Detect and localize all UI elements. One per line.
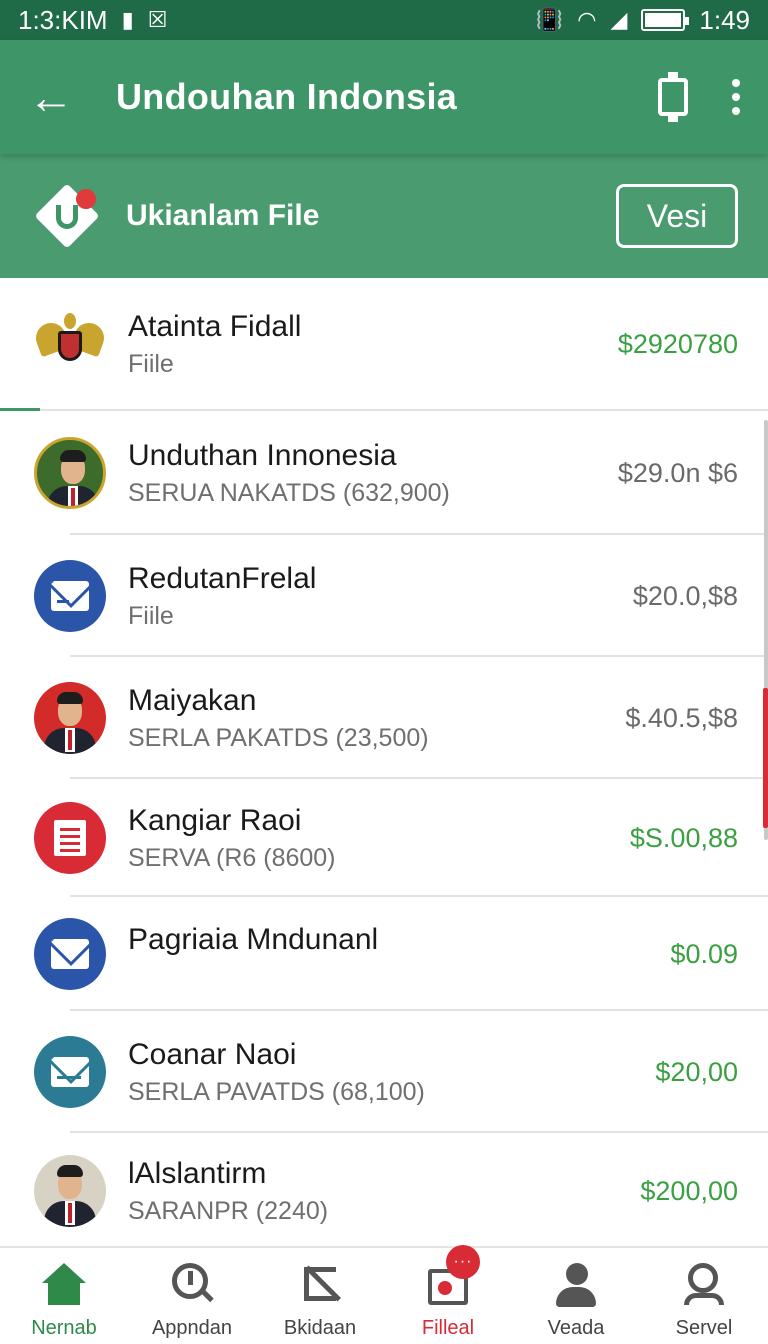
item-title: Pagriaia Mndunanl xyxy=(128,923,379,956)
item-amount: $20.0,$8 xyxy=(632,580,738,611)
notification-icon: ▮ xyxy=(121,7,134,32)
item-title: lAlslantirm xyxy=(128,1156,267,1190)
item-title: Unduthan Innonesia xyxy=(128,438,397,472)
item-amount: $0.09 xyxy=(670,938,738,969)
item-subtitle: SERUA NAKATDS (632,900) xyxy=(128,478,450,507)
app-bar: ← Undouhan Indonsia xyxy=(0,40,768,154)
list-item[interactable]: Unduthan Innonesia SERUA NAKATDS (632,90… xyxy=(0,411,768,535)
item-subtitle: Fiile xyxy=(128,601,174,630)
list-item[interactable]: Atainta Fidall Fiile $2920780 xyxy=(0,278,768,411)
app-logo-icon xyxy=(34,183,100,249)
item-title: Atainta Fidall xyxy=(128,310,302,343)
document-icon xyxy=(34,802,106,874)
user-icon xyxy=(552,1261,600,1309)
nav-label: Appndan xyxy=(151,1317,233,1339)
list-item[interactable]: Kangiar Raoi SERVA (R6 (8600) $S.00,88 xyxy=(0,779,768,897)
item-subtitle: SERLA PAVATDS (68,100) xyxy=(128,1077,425,1106)
item-subtitle: Fiile xyxy=(128,350,174,378)
item-title: Maiyakan xyxy=(128,683,257,717)
nav-item-home[interactable]: Nernab xyxy=(0,1248,128,1344)
item-title: Coanar Naoi xyxy=(128,1037,297,1071)
version-button[interactable]: Vesi xyxy=(616,184,738,248)
mail-icon xyxy=(34,918,106,990)
person-avatar xyxy=(34,682,106,754)
status-bar: 1:3:KIM ▮ ☒ 📳 ◠ ◢ 1:49 xyxy=(0,0,768,40)
mail-icon xyxy=(34,560,106,632)
scroll-indicator xyxy=(763,688,768,828)
list-item[interactable]: Coanar Naoi SERLA PAVATDS (68,100) $20,0… xyxy=(0,1011,768,1133)
status-time-left: 1:3:KIM xyxy=(18,4,108,35)
item-amount: $2920780 xyxy=(617,329,738,359)
person-avatar xyxy=(34,437,106,509)
item-amount: $S.00,88 xyxy=(629,822,738,853)
home-icon xyxy=(40,1261,88,1309)
inbox-icon xyxy=(34,1036,106,1108)
item-amount: $29.0n $6 xyxy=(617,457,738,488)
nav-label: Filleal xyxy=(421,1317,475,1339)
item-subtitle: SERVA (R6 (8600) xyxy=(128,843,336,872)
notification-badge: ··· xyxy=(446,1245,480,1279)
item-title: RedutanFrelal xyxy=(128,561,317,595)
item-amount: $.40.5,$8 xyxy=(625,702,738,733)
vibrate-icon: 📳 xyxy=(535,7,564,32)
more-options-icon[interactable] xyxy=(732,79,740,115)
nav-item-bkidaan[interactable]: Bkidaan xyxy=(256,1248,384,1344)
crop-icon xyxy=(296,1261,344,1309)
nav-item-filleal[interactable]: ··· Filleal xyxy=(384,1245,512,1344)
list-item[interactable]: RedutanFrelal Fiile $20.0,$8 xyxy=(0,535,768,657)
clock-search-icon xyxy=(168,1261,216,1309)
person-avatar xyxy=(34,1155,106,1227)
excel-icon: ☒ xyxy=(147,7,168,32)
sub-header: Ukianlam File Vesi xyxy=(0,154,768,278)
nav-label: Servel xyxy=(675,1317,733,1339)
nav-item-appndan[interactable]: Appndan xyxy=(128,1248,256,1344)
status-time-right: 1:49 xyxy=(699,4,750,35)
list-item[interactable]: lAlslantirm SARANPR (2240) $200,00 xyxy=(0,1133,768,1249)
item-title: Kangiar Raoi xyxy=(128,803,302,837)
back-arrow-icon[interactable]: ← xyxy=(28,74,88,120)
signal-icon: ◢ xyxy=(610,7,628,32)
item-amount: $200,00 xyxy=(640,1175,738,1206)
nav-item-servel[interactable]: Servel xyxy=(640,1248,768,1344)
list-item[interactable]: Maiyakan SERLA PAKATDS (23,500) $.40.5,$… xyxy=(0,657,768,779)
nav-label: Veada xyxy=(547,1317,605,1339)
user-search-icon xyxy=(680,1261,728,1309)
item-subtitle: SARANPR (2240) xyxy=(128,1196,329,1225)
nav-label: Nernab xyxy=(31,1317,97,1339)
nav-label: Bkidaan xyxy=(283,1317,357,1339)
item-subtitle: SERLA PAKATDS (23,500) xyxy=(128,723,429,752)
clipboard-icon[interactable] xyxy=(658,72,688,122)
garuda-emblem-icon xyxy=(34,309,106,381)
file-record-icon: ··· xyxy=(424,1245,480,1309)
item-amount: $20,00 xyxy=(655,1056,738,1087)
sub-header-title: Ukianlam File xyxy=(126,199,320,232)
wifi-icon: ◠ xyxy=(577,7,597,32)
bottom-nav: Nernab Appndan Bkidaan ··· Filleal Veada… xyxy=(0,1245,768,1344)
app-title: Undouhan Indonsia xyxy=(116,76,458,117)
list-item[interactable]: Pagriaia Mndunanl $0.09 xyxy=(0,897,768,1011)
nav-item-veada[interactable]: Veada xyxy=(512,1248,640,1344)
battery-icon xyxy=(641,9,690,31)
file-list: Atainta Fidall Fiile $2920780 Unduthan I… xyxy=(0,278,768,1249)
